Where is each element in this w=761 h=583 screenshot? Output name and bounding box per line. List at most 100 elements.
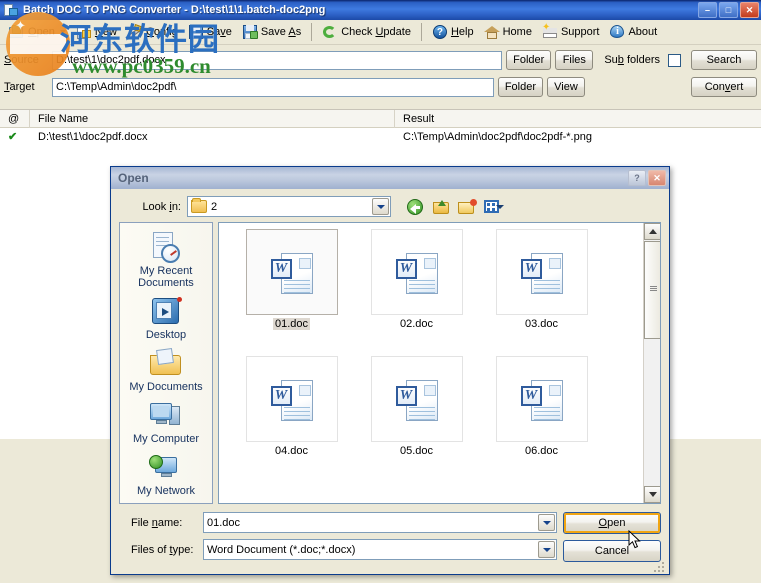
dialog-cancel-button[interactable]: Cancel	[563, 540, 661, 562]
source-input[interactable]	[52, 50, 503, 70]
back-arrow-icon[interactable]	[405, 197, 426, 217]
place-desktop[interactable]: Desktop	[120, 293, 212, 343]
recent-documents-icon	[149, 232, 183, 264]
target-row: Target Folder View Convert	[4, 77, 757, 97]
place-my-network[interactable]: My Network	[120, 449, 212, 499]
about-info-icon: i	[609, 24, 625, 40]
toolbar-label-open: Open	[28, 26, 55, 38]
file-name-label: 01.doc	[272, 318, 311, 330]
sub-folders-checkbox[interactable]	[668, 53, 681, 67]
toolbar-button-save[interactable]: Save	[183, 22, 237, 42]
target-label: Target	[4, 81, 35, 93]
toolbar-button-config[interactable]: Config	[122, 22, 183, 42]
word-document-icon: W	[269, 248, 315, 296]
search-button[interactable]: Search	[691, 50, 757, 70]
my-computer-icon	[149, 400, 183, 432]
word-document-icon: W	[519, 375, 565, 423]
toolbar-separator-1	[311, 23, 313, 41]
file-name-label: 04.doc	[274, 445, 309, 457]
title-bar: Batch DOC TO PNG Converter - D:\test\1\1…	[0, 0, 761, 20]
look-in-value: 2	[211, 200, 218, 213]
file-icon-box: W	[245, 229, 338, 315]
target-input[interactable]	[52, 77, 494, 97]
file-type-field-label: Files of type:	[131, 543, 194, 556]
file-item-03[interactable]: W 03.doc	[479, 229, 604, 330]
scroll-up-arrow-icon[interactable]	[644, 223, 660, 240]
dialog-help-button[interactable]: ?	[628, 170, 646, 186]
toolbar-button-home[interactable]: Home	[479, 22, 537, 42]
toolbar-button-help[interactable]: ? Help	[427, 22, 479, 42]
toolbar-button-check-update[interactable]: Check Update	[317, 22, 416, 42]
convert-button[interactable]: Con v ert	[691, 77, 757, 97]
toolbar-button-about[interactable]: i About	[604, 22, 662, 42]
table-row[interactable]: ✔ D:\test\1\doc2pdf.docx C:\Temp\Admin\d…	[0, 128, 761, 146]
row-result: C:\Temp\Admin\doc2pdf\doc2pdf-*.png	[403, 131, 592, 143]
file-name-value[interactable]: 01.doc	[207, 517, 537, 529]
place-my-computer[interactable]: My Computer	[120, 397, 212, 447]
file-item-06[interactable]: W 06.doc	[479, 356, 604, 457]
row-status-check-icon: ✔	[8, 131, 18, 143]
toolbar-label-new: New	[94, 26, 117, 38]
toolbar-button-save-as[interactable]: Save As	[237, 22, 306, 42]
file-name-combobox[interactable]: 01.doc	[203, 512, 557, 533]
minimize-button[interactable]: –	[698, 2, 717, 18]
scroll-down-arrow-icon[interactable]	[644, 486, 660, 503]
source-label: Source	[4, 54, 39, 66]
window-title: Batch DOC TO PNG Converter - D:\test\1\1…	[23, 4, 326, 16]
file-type-dropdown-arrow-icon[interactable]	[538, 541, 555, 558]
source-folder-button[interactable]: Folder	[506, 50, 552, 70]
look-in-dropdown-arrow-icon[interactable]	[372, 198, 389, 215]
maximize-button[interactable]: □	[719, 2, 738, 18]
word-glyph: W	[270, 386, 292, 406]
close-button[interactable]: ✕	[740, 2, 759, 18]
up-one-level-icon[interactable]	[431, 197, 452, 217]
dialog-title-bar: Open ? ✕	[111, 167, 669, 189]
dialog-open-button[interactable]: Open	[563, 512, 661, 534]
file-item-04[interactable]: W 04.doc	[229, 356, 354, 457]
place-my-recent-documents[interactable]: My Recent Documents	[120, 229, 212, 291]
file-name-row: File name: 01.doc	[119, 512, 557, 533]
save-as-disk-icon	[242, 24, 258, 40]
scrollbar-thumb[interactable]	[644, 241, 660, 339]
word-document-icon: W	[394, 375, 440, 423]
file-item-05[interactable]: W 05.doc	[354, 356, 479, 457]
column-header-result[interactable]: Result	[395, 110, 761, 128]
resize-grip[interactable]	[654, 560, 666, 572]
file-item-02[interactable]: W 02.doc	[354, 229, 479, 330]
place-my-documents[interactable]: My Documents	[120, 345, 212, 395]
column-header-status[interactable]: @	[0, 109, 30, 128]
target-folder-button[interactable]: Folder	[497, 77, 543, 97]
dialog-close-button[interactable]: ✕	[648, 170, 666, 186]
word-glyph: W	[270, 259, 292, 279]
desktop-icon	[149, 296, 183, 328]
file-icon-box: W	[495, 229, 588, 315]
toolbar-button-open[interactable]: Open	[4, 22, 71, 42]
file-list-pane[interactable]: W 01.doc W 02.doc W 03.doc W 04.doc W 05…	[218, 222, 661, 504]
look-in-combobox[interactable]: 2	[187, 196, 391, 217]
create-new-folder-icon[interactable]	[457, 197, 478, 217]
file-type-combobox[interactable]: Word Document (*.doc;*.docx)	[203, 539, 557, 560]
dialog-footer: File name: 01.doc Files of type: Word Do…	[111, 504, 669, 574]
path-area: Source Folder Files Sub folders Search T…	[0, 45, 761, 106]
source-files-button[interactable]: Files	[555, 50, 594, 70]
toolbar-label-save-as: Save As	[260, 26, 302, 38]
chevron-down-icon[interactable]	[59, 30, 66, 34]
word-document-icon: W	[519, 248, 565, 296]
target-view-button[interactable]: View	[547, 77, 585, 97]
file-item-01[interactable]: W 01.doc	[229, 229, 354, 330]
file-type-row: Files of type: Word Document (*.doc;*.do…	[119, 539, 557, 560]
file-name-label: 05.doc	[399, 445, 434, 457]
file-name-label: 03.doc	[524, 318, 559, 330]
source-row: Source Folder Files Sub folders Search	[4, 50, 757, 70]
toolbar-button-new[interactable]: New	[71, 22, 122, 42]
column-header-file-name[interactable]: File Name	[30, 109, 395, 128]
file-name-dropdown-arrow-icon[interactable]	[538, 514, 555, 531]
word-document-icon: W	[269, 375, 315, 423]
file-list-scrollbar[interactable]	[643, 223, 660, 503]
place-label: My Documents	[129, 381, 203, 393]
views-dropdown-icon[interactable]	[483, 197, 504, 217]
new-document-icon	[76, 24, 92, 40]
toolbar-button-support[interactable]: ✦ Support	[537, 22, 605, 42]
sub-folders-label: Sub folders	[604, 54, 660, 66]
look-in-row: Look in: 2	[111, 189, 669, 222]
